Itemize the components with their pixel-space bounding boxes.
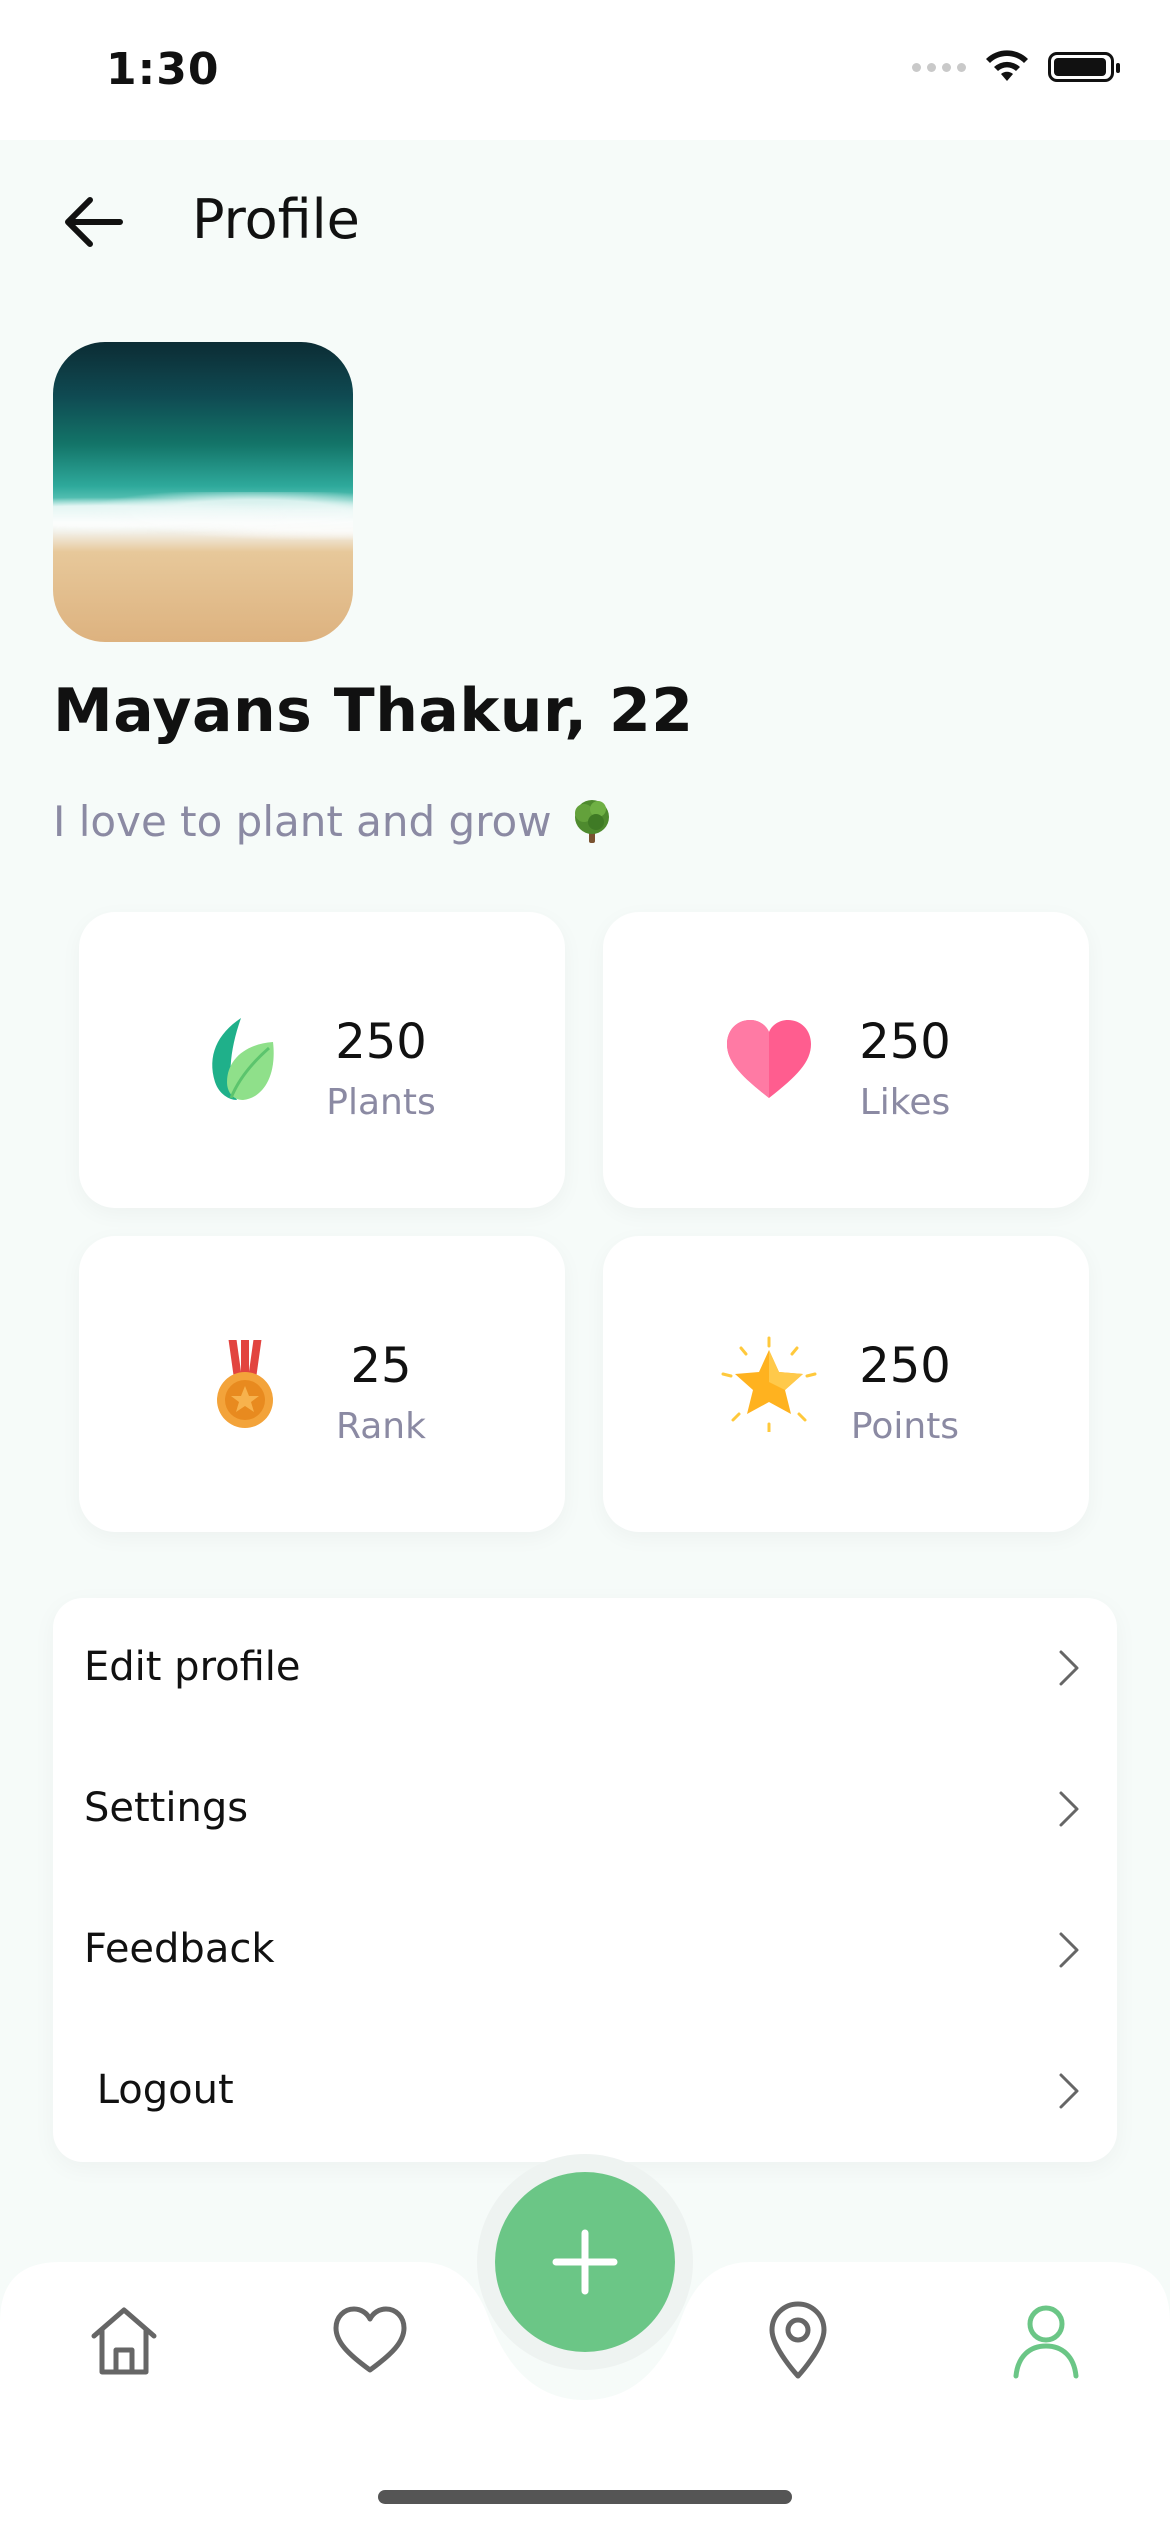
chevron-right-icon (1059, 1791, 1079, 1827)
stat-label: Points (850, 1406, 960, 1447)
heart-outline-icon[interactable] (330, 2300, 410, 2380)
signal-icon (912, 62, 966, 72)
page-title: Profile (192, 188, 360, 251)
stat-card-likes: 250 Likes (603, 912, 1089, 1208)
user-name: Mayans Thakur, 22 (53, 676, 694, 746)
stat-value: 25 (350, 1338, 412, 1394)
heart-icon (727, 1020, 811, 1098)
menu-item-logout[interactable]: Logout (53, 2021, 1117, 2161)
stat-value: 250 (335, 1014, 427, 1070)
stat-card-points: 250 Points (603, 1236, 1089, 1532)
stat-value: 250 (859, 1014, 951, 1070)
status-bar: 1:30 (0, 0, 1170, 140)
avatar[interactable] (53, 342, 353, 642)
menu-item-label: Settings (84, 1785, 249, 1831)
stat-card-rank: 25 Rank (79, 1236, 565, 1532)
chevron-right-icon (1059, 2073, 1079, 2109)
stat-label: Rank (336, 1406, 426, 1447)
chevron-right-icon (1059, 1650, 1079, 1686)
home-icon[interactable] (84, 2300, 164, 2380)
header: Profile (0, 140, 1170, 300)
chevron-right-icon (1059, 1932, 1079, 1968)
user-bio: I love to plant and grow (53, 795, 618, 847)
tree-icon (574, 800, 609, 843)
stat-card-plants: 250 Plants (79, 912, 565, 1208)
add-icon (552, 2229, 618, 2295)
user-bio-text: I love to plant and grow (53, 796, 552, 846)
status-icons (912, 50, 1120, 84)
menu-item-label: Logout (84, 2067, 234, 2113)
add-button[interactable] (495, 2172, 675, 2352)
wifi-icon (986, 50, 1028, 81)
menu-item-label: Edit profile (84, 1644, 301, 1690)
back-arrow-icon[interactable] (60, 192, 126, 252)
stat-value: 250 (859, 1338, 951, 1394)
user-icon[interactable] (1006, 2300, 1086, 2380)
avatar-foam (53, 492, 353, 540)
menu-item-label: Feedback (84, 1926, 275, 1972)
stat-label: Plants (326, 1082, 436, 1123)
stat-label: Likes (859, 1082, 951, 1123)
menu-item-edit-profile[interactable]: Edit profile (53, 1598, 1117, 1738)
home-indicator (378, 2490, 792, 2504)
menu-item-settings[interactable]: Settings (53, 1739, 1117, 1879)
location-pin-icon[interactable] (758, 2300, 838, 2380)
leaf-icon (212, 1018, 274, 1100)
status-time: 1:30 (106, 44, 220, 95)
star-icon (721, 1336, 817, 1432)
medal-icon (217, 1340, 273, 1428)
menu-item-feedback[interactable]: Feedback (53, 1880, 1117, 2020)
battery-icon (1048, 52, 1120, 82)
settings-menu: Edit profile Settings Feedback Logout (53, 1598, 1117, 2162)
